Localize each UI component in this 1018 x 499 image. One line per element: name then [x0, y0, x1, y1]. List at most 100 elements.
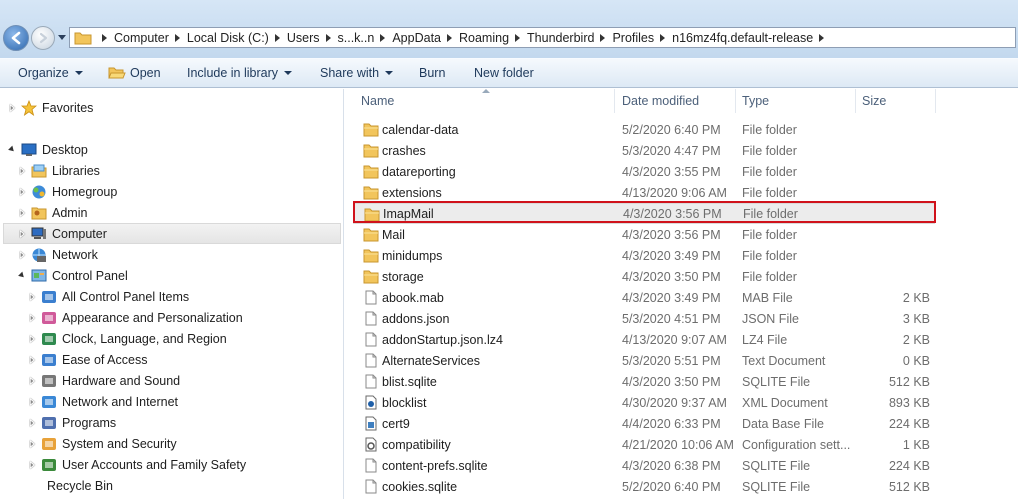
nav-item-homegroup[interactable]: Homegroup — [18, 181, 117, 202]
nav-item-programs[interactable]: Programs — [28, 412, 116, 433]
file-date-modified: 4/13/2020 9:07 AM — [622, 332, 727, 347]
expand-arrow-icon[interactable] — [18, 208, 28, 218]
file-row-imapmail[interactable]: ImapMail 4/3/2020 3:56 PM File folder — [353, 203, 935, 224]
file-row-abook-mab[interactable]: abook.mab 4/3/2020 3:49 PM MAB File 2 KB — [353, 287, 935, 308]
expand-arrow-icon[interactable] — [28, 355, 38, 365]
expand-arrow-icon[interactable] — [18, 229, 28, 239]
column-name[interactable]: Name — [355, 89, 615, 113]
nav-item-computer[interactable]: Computer — [3, 223, 341, 244]
column-type[interactable]: Type — [736, 89, 856, 113]
file-icon — [365, 332, 377, 347]
organize-button[interactable]: Organize — [18, 66, 83, 80]
file-row-datareporting[interactable]: datareporting 4/3/2020 3:55 PM File folder — [353, 161, 935, 182]
file-row-storage[interactable]: storage 4/3/2020 3:50 PM File folder — [353, 266, 935, 287]
chevron-down-icon — [385, 71, 394, 75]
organize-label: Organize — [18, 66, 69, 80]
nav-item-admin[interactable]: Admin — [18, 202, 87, 223]
expand-arrow-icon[interactable] — [28, 292, 38, 302]
nav-item-network-and-internet[interactable]: Network and Internet — [28, 391, 178, 412]
expand-arrow-icon[interactable] — [28, 460, 38, 470]
breadcrumb-separator-icon[interactable] — [447, 33, 452, 42]
breadcrumb-item[interactable]: s...k..n — [338, 31, 375, 45]
back-button[interactable] — [3, 25, 29, 51]
file-name: content-prefs.sqlite — [382, 458, 488, 473]
expand-arrow-icon[interactable] — [8, 103, 18, 113]
nav-item-all-control-panel-items[interactable]: All Control Panel Items — [28, 286, 189, 307]
nav-item-ease-of-access[interactable]: Ease of Access — [28, 349, 147, 370]
desktop-icon — [21, 143, 37, 156]
control-panel-category-icon — [42, 353, 56, 366]
nav-label: System and Security — [62, 436, 177, 451]
expand-arrow-icon[interactable] — [28, 418, 38, 428]
file-row-minidumps[interactable]: minidumps 4/3/2020 3:49 PM File folder — [353, 245, 935, 266]
file-row-calendar-data[interactable]: calendar-data 5/2/2020 6:40 PM File folder — [353, 119, 935, 140]
nav-item-hardware-and-sound[interactable]: Hardware and Sound — [28, 370, 180, 391]
file-row-extensions[interactable]: extensions 4/13/2020 9:06 AM File folder — [353, 182, 935, 203]
collapse-arrow-icon[interactable] — [8, 145, 18, 155]
burn-button[interactable]: Burn — [419, 66, 445, 80]
nav-item-libraries[interactable]: Libraries — [18, 160, 100, 181]
expand-arrow-icon[interactable] — [28, 313, 38, 323]
breadcrumb-separator-icon[interactable] — [819, 33, 825, 42]
nav-item-appearance-and-personalization[interactable]: Appearance and Personalization — [28, 307, 243, 328]
file-row-blocklist[interactable]: blocklist 4/30/2020 9:37 AM XML Document 89… — [353, 392, 935, 413]
file-name: calendar-data — [382, 122, 459, 137]
breadcrumb-item[interactable]: Local Disk (C:) — [187, 31, 269, 45]
breadcrumb-item[interactable]: AppData — [392, 31, 441, 45]
forward-button[interactable] — [31, 26, 55, 50]
new-folder-button[interactable]: New folder — [474, 66, 534, 80]
column-size[interactable]: Size — [856, 89, 936, 113]
file-row-alternateservices[interactable]: AlternateServices 5/3/2020 5:51 PM Text Do… — [353, 350, 935, 371]
column-date-modified[interactable]: Date modified — [616, 89, 736, 113]
breadcrumb-separator-icon[interactable] — [660, 33, 666, 42]
nav-item-network[interactable]: Network — [18, 244, 98, 265]
nav-item-system-and-security[interactable]: System and Security — [28, 433, 177, 454]
file-date-modified: 4/3/2020 3:49 PM — [622, 248, 721, 263]
nav-item-desktop[interactable]: Desktop — [8, 139, 88, 160]
breadcrumb-separator-icon[interactable] — [325, 33, 331, 42]
file-row-crashes[interactable]: crashes 5/3/2020 4:47 PM File folder — [353, 140, 935, 161]
file-row-blist-sqlite[interactable]: blist.sqlite 4/3/2020 3:50 PM SQLITE File 5… — [353, 371, 935, 392]
open-button[interactable]: Open — [108, 66, 161, 80]
file-row-addons-json[interactable]: addons.json 5/3/2020 4:51 PM JSON File 3 KB — [353, 308, 935, 329]
breadcrumb-separator-icon[interactable] — [274, 33, 280, 42]
include-in-library-button[interactable]: Include in library — [187, 66, 293, 80]
expand-arrow-icon[interactable] — [18, 250, 28, 260]
breadcrumb-separator-icon[interactable] — [515, 33, 521, 42]
breadcrumb-item[interactable]: Users — [287, 31, 320, 45]
nav-item-favorites[interactable]: Favorites — [8, 97, 93, 118]
expand-arrow-icon[interactable] — [28, 334, 38, 344]
share-with-button[interactable]: Share with — [320, 66, 394, 80]
expand-arrow-icon[interactable] — [28, 376, 38, 386]
breadcrumb-item[interactable]: n16mz4fq.default-release — [672, 31, 813, 45]
address-field[interactable]: Computer Local Disk (C:) Users s...k..n AppD… — [69, 27, 1016, 48]
nav-label: All Control Panel Items — [62, 289, 190, 304]
breadcrumb-separator-icon[interactable] — [174, 33, 180, 42]
file-row-content-prefs-sqlite[interactable]: content-prefs.sqlite 4/3/2020 6:38 PM SQLI… — [353, 455, 935, 476]
breadcrumb-separator-icon[interactable] — [102, 33, 107, 42]
nav-item-recycle-bin[interactable]: Recycle Bin — [47, 475, 113, 496]
nav-item-control-panel[interactable]: Control Panel — [18, 265, 128, 286]
nav-item-user-accounts-and-family-safety[interactable]: User Accounts and Family Safety — [28, 454, 246, 475]
breadcrumb-item[interactable]: Computer — [114, 31, 169, 45]
control-panel-category-icon — [42, 374, 56, 387]
nav-label: Libraries — [52, 163, 100, 178]
breadcrumb-item[interactable]: Roaming — [459, 31, 509, 45]
collapse-arrow-icon[interactable] — [18, 271, 28, 281]
breadcrumb-separator-icon[interactable] — [380, 33, 386, 42]
file-row-compatibility[interactable]: compatibility 4/21/2020 10:06 AM Configura… — [353, 434, 935, 455]
file-row-cookies-sqlite[interactable]: cookies.sqlite 5/2/2020 6:40 PM SQLITE Fil… — [353, 476, 935, 497]
expand-arrow-icon[interactable] — [28, 397, 38, 407]
file-row-cert9[interactable]: cert9 4/4/2020 6:33 PM Data Base File 224 K… — [353, 413, 935, 434]
breadcrumb-item[interactable]: Profiles — [612, 31, 654, 45]
nav-item-clock-language-and-region[interactable]: Clock, Language, and Region — [28, 328, 227, 349]
file-row-addonstartup-json-lz4[interactable]: addonStartup.json.lz4 4/13/2020 9:07 AM LZ… — [353, 329, 935, 350]
expand-arrow-icon[interactable] — [18, 166, 28, 176]
expand-arrow-icon[interactable] — [28, 439, 38, 449]
expand-arrow-icon[interactable] — [18, 187, 28, 197]
open-folder-icon — [108, 67, 126, 79]
breadcrumb-separator-icon[interactable] — [600, 33, 606, 42]
file-row-mail[interactable]: Mail 4/3/2020 3:56 PM File folder — [353, 224, 935, 245]
recent-pages-dropdown[interactable] — [57, 31, 67, 43]
breadcrumb-item[interactable]: Thunderbird — [527, 31, 594, 45]
